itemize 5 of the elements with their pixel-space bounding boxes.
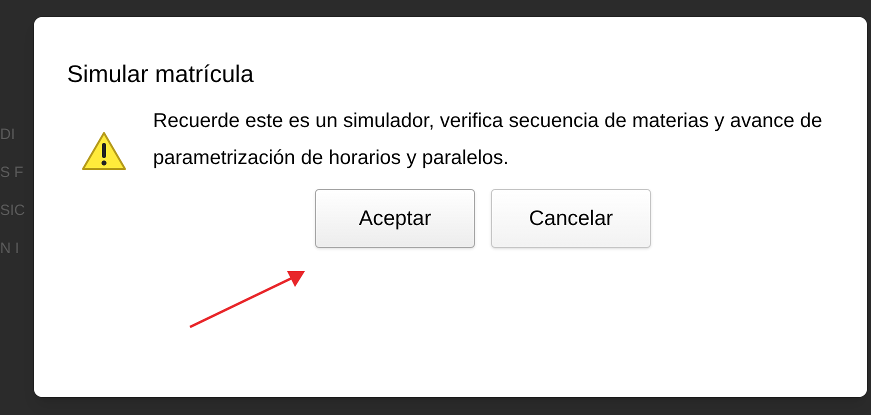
dialog-title: Simular matrícula	[67, 60, 255, 90]
warning-icon	[81, 131, 127, 171]
dialog-button[interactable]: Cancelar	[491, 189, 651, 248]
dialog-button[interactable]: Aceptar	[315, 189, 475, 248]
dialog-message: Recuerde este es un simulador, verifica secuencia de materias y avance de parametrización de horarios y paralelos.	[153, 109, 824, 171]
